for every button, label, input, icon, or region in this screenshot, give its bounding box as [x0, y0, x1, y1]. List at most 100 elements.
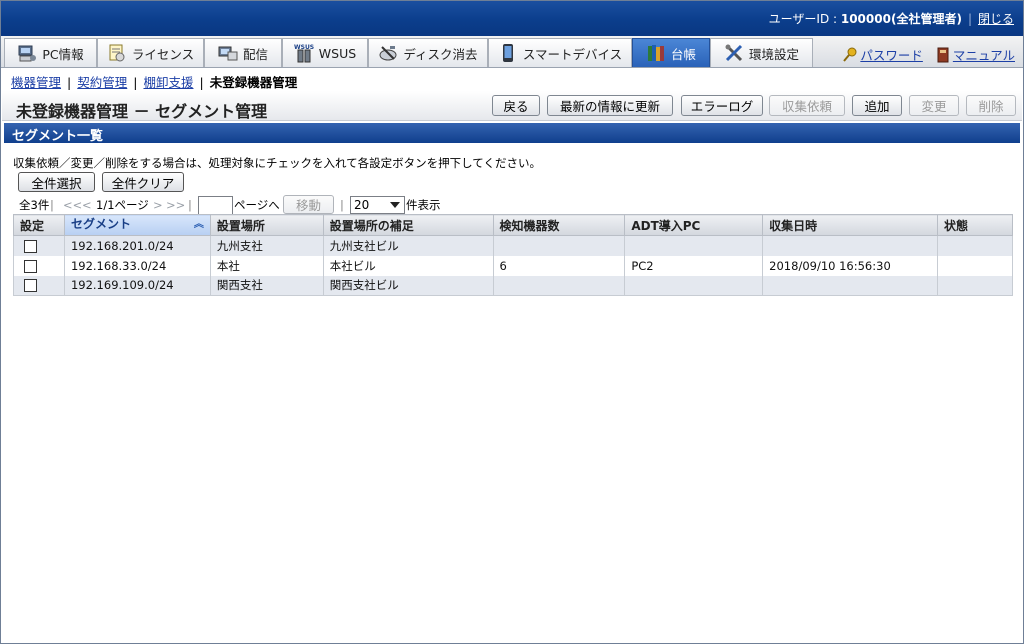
collect-request-button[interactable]: 収集依頼	[769, 95, 845, 116]
tab-label: WSUS	[318, 45, 357, 61]
detected-count-cell	[492, 235, 626, 256]
tab-distribution[interactable]: 配信	[204, 38, 282, 67]
row-checkbox[interactable]	[24, 239, 37, 253]
settings-tools-icon	[724, 43, 744, 63]
column-header-location[interactable]: 設置場所	[209, 214, 324, 236]
tab-label: 台帳	[670, 46, 696, 62]
row-checkbox[interactable]	[24, 279, 37, 293]
breadcrumb-inventory-support[interactable]: 棚卸支援	[143, 75, 193, 90]
column-header-setting[interactable]: 設定	[13, 214, 65, 236]
status-cell	[937, 235, 1013, 256]
divider: |	[199, 75, 204, 90]
page-header: 未登録機器管理 － セグメント管理 戻る 最新の情報に更新 エラーログ 収集依頼…	[2, 91, 1022, 121]
tab-ledger[interactable]: 台帳	[632, 38, 710, 67]
collected-at-cell: 2018/09/10 16:56:30	[762, 255, 939, 276]
column-header-collected-at[interactable]: 収集日時	[762, 214, 939, 236]
clear-all-button[interactable]: 全件クリア	[102, 172, 184, 192]
ledger-icon	[646, 43, 666, 63]
page-info: 1/1ページ	[96, 198, 149, 212]
tab-wsus[interactable]: WSUS WSUS	[282, 38, 368, 67]
select-all-button[interactable]: 全件選択	[18, 172, 95, 192]
detected-count-cell	[492, 275, 626, 296]
disk-erase-icon	[378, 43, 398, 63]
manual-link[interactable]: マニュアル	[953, 48, 1015, 63]
column-header-adt-pc[interactable]: ADT導入PC	[624, 214, 764, 236]
tab-smart-device[interactable]: スマートデバイス	[488, 38, 632, 67]
tab-disk-erase[interactable]: ディスク消去	[368, 38, 488, 67]
status-cell	[937, 275, 1013, 296]
pc-info-icon	[17, 43, 37, 63]
tab-label: ディスク消去	[403, 46, 478, 62]
column-header-segment[interactable]: セグメント ︽	[63, 214, 211, 236]
close-link[interactable]: 閉じる	[978, 12, 1014, 26]
tab-license[interactable]: ライセンス	[97, 38, 204, 67]
page-suffix-label: ページへ	[234, 198, 280, 212]
tab-label: ライセンス	[131, 46, 195, 62]
row-checkbox[interactable]	[24, 259, 37, 273]
password-link[interactable]: パスワード	[860, 48, 923, 63]
tab-label: PC情報	[42, 46, 84, 62]
license-icon	[107, 43, 127, 63]
tab-settings[interactable]: 環境設定	[710, 38, 813, 67]
location-cell: 本社	[209, 255, 324, 276]
change-button[interactable]: 変更	[909, 95, 959, 116]
detected-count-cell: 6	[492, 255, 626, 276]
table-row: 192.168.33.0/24 本社 本社ビル 6 PC2 2018/09/10…	[13, 255, 1013, 276]
page-title: 未登録機器管理 － セグメント管理	[16, 102, 268, 121]
next-page-button[interactable]: >	[153, 195, 163, 215]
chevron-down-icon	[390, 202, 400, 208]
refresh-button[interactable]: 最新の情報に更新	[547, 95, 673, 116]
segment-cell: 192.168.33.0/24	[63, 255, 211, 276]
divider: |	[188, 198, 192, 212]
column-header-location-note[interactable]: 設置場所の補足	[322, 214, 494, 236]
page-number-input[interactable]	[198, 196, 233, 216]
distribution-icon	[218, 43, 238, 63]
user-id-label: ユーザーID :	[768, 12, 841, 26]
delete-button[interactable]: 削除	[966, 95, 1016, 116]
sort-ascending-icon[interactable]: ︽	[194, 215, 204, 235]
divider: |	[50, 198, 54, 212]
row-select-cell	[13, 275, 65, 296]
collected-at-cell	[762, 235, 939, 256]
status-cell	[937, 255, 1013, 276]
adt-pc-cell: PC2	[624, 255, 764, 276]
total-count: 全3件	[19, 198, 50, 212]
per-page-select[interactable]: 20	[350, 196, 405, 214]
divider: |	[133, 75, 138, 90]
tab-label: スマートデバイス	[522, 46, 623, 62]
breadcrumb-contract-management[interactable]: 契約管理	[77, 75, 127, 90]
prev-page-button[interactable]: <	[82, 195, 92, 215]
instruction-text: 収集依頼／変更／削除をする場合は、処理対象にチェックを入れて各設定ボタンを押下し…	[13, 156, 541, 170]
breadcrumb-device-management[interactable]: 機器管理	[11, 75, 61, 90]
column-header-detected-count[interactable]: 検知機器数	[492, 214, 626, 236]
user-info: ユーザーID : 100000(全社管理者) | 閉じる	[769, 10, 1014, 27]
breadcrumb: 機器管理 | 契約管理 | 棚卸支援 | 未登録機器管理	[11, 72, 297, 91]
row-select-cell	[13, 255, 65, 276]
error-log-button[interactable]: エラーログ	[681, 95, 763, 116]
key-icon	[842, 47, 858, 63]
location-note-cell: 本社ビル	[322, 255, 494, 276]
main-tab-bar: PC情報 ライセンス 配信 WSUS WSUS ディスク消去 スマートデバイス	[1, 36, 1023, 68]
divider: |	[340, 198, 344, 212]
app-window: ユーザーID : 100000(全社管理者) | 閉じる PC情報 ライセンス 配信…	[0, 0, 1024, 644]
wsus-icon: WSUS	[294, 43, 314, 63]
move-button[interactable]: 移動	[283, 195, 334, 214]
tab-label: 配信	[242, 46, 268, 62]
section-title: セグメント一覧	[4, 123, 1020, 144]
tab-pc-info[interactable]: PC情報	[4, 38, 97, 67]
row-select-cell	[13, 235, 65, 256]
adt-pc-cell	[624, 275, 764, 296]
smart-device-icon	[498, 43, 518, 63]
first-page-button[interactable]: <<	[63, 195, 82, 215]
table-row: 192.168.201.0/24 九州支社 九州支社ビル	[13, 235, 1013, 256]
column-header-status[interactable]: 状態	[937, 214, 1013, 236]
location-note-cell: 九州支社ビル	[322, 235, 494, 256]
segment-cell: 192.169.109.0/24	[63, 275, 211, 296]
divider: |	[67, 75, 72, 90]
svg-text:WSUS: WSUS	[294, 44, 314, 51]
back-button[interactable]: 戻る	[492, 95, 540, 116]
breadcrumb-current: 未登録機器管理	[209, 75, 298, 90]
segment-cell: 192.168.201.0/24	[63, 235, 211, 256]
add-button[interactable]: 追加	[852, 95, 902, 116]
last-page-button[interactable]: >>	[166, 195, 185, 215]
